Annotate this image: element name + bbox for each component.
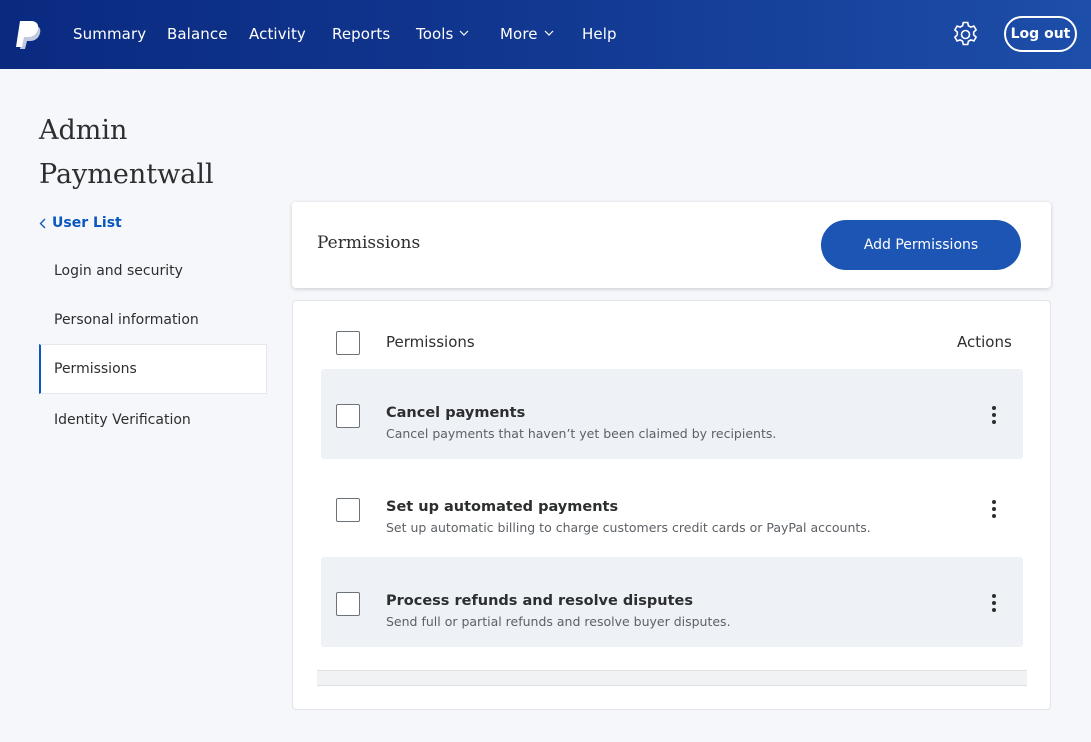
sidebar-item-permissions[interactable]: Permissions: [39, 344, 267, 394]
account-name-line2: Paymentwall: [39, 159, 214, 190]
horizontal-scrollbar[interactable]: [317, 670, 1027, 686]
permission-title: Process refunds and resolve disputes: [386, 593, 693, 609]
permission-description: Cancel payments that haven’t yet been cl…: [386, 426, 777, 441]
nav-reports[interactable]: Reports: [332, 24, 390, 44]
row-checkbox[interactable]: [336, 404, 360, 428]
chevron-down-icon: [460, 30, 469, 36]
account-name-line1: Admin: [39, 115, 128, 146]
chevron-down-icon: [544, 30, 554, 36]
sidebar-item-login-security[interactable]: Login and security: [39, 246, 267, 296]
permission-description: Set up automatic billing to charge custo…: [386, 520, 871, 535]
top-navigation-bar: Summary Balance Activity Reports Tools M…: [0, 0, 1091, 69]
permissions-card-title: Permissions: [317, 233, 421, 253]
more-actions-icon[interactable]: [986, 500, 1002, 520]
add-permissions-button[interactable]: Add Permissions: [821, 220, 1021, 270]
nav-more-label: More: [500, 25, 538, 43]
table-row: Cancel payments Cancel payments that hav…: [321, 369, 1023, 459]
nav-more[interactable]: More: [500, 24, 554, 44]
row-checkbox[interactable]: [336, 592, 360, 616]
permissions-header-card: Permissions Add Permissions: [292, 202, 1051, 288]
back-to-user-list-link[interactable]: User List: [39, 215, 122, 231]
table-row: Process refunds and resolve disputes Sen…: [321, 557, 1023, 647]
sidebar-item-identity-verification[interactable]: Identity Verification: [39, 395, 267, 445]
table-row: Set up automated payments Set up automat…: [321, 463, 1023, 553]
column-header-actions: Actions: [957, 333, 1012, 351]
nav-tools-label: Tools: [416, 25, 454, 43]
paypal-logo-icon[interactable]: [14, 20, 42, 50]
permission-title: Cancel payments: [386, 405, 526, 421]
row-checkbox[interactable]: [336, 498, 360, 522]
nav-summary[interactable]: Summary: [73, 24, 146, 44]
gear-icon[interactable]: [952, 21, 979, 48]
permissions-table: Permissions Actions Cancel payments Canc…: [292, 300, 1051, 710]
sidebar-item-personal-information[interactable]: Personal information: [39, 295, 267, 345]
permission-description: Send full or partial refunds and resolve…: [386, 614, 731, 629]
nav-activity[interactable]: Activity: [249, 24, 306, 44]
more-actions-icon[interactable]: [986, 406, 1002, 426]
logout-button[interactable]: Log out: [1004, 16, 1077, 52]
permission-title: Set up automated payments: [386, 499, 619, 515]
back-link-label: User List: [52, 215, 122, 231]
select-all-checkbox[interactable]: [336, 331, 360, 355]
nav-tools[interactable]: Tools: [416, 24, 469, 44]
more-actions-icon[interactable]: [986, 594, 1002, 614]
chevron-left-icon: [39, 218, 46, 228]
nav-balance[interactable]: Balance: [167, 24, 228, 44]
nav-help[interactable]: Help: [582, 24, 617, 44]
column-header-permissions: Permissions: [386, 333, 475, 351]
